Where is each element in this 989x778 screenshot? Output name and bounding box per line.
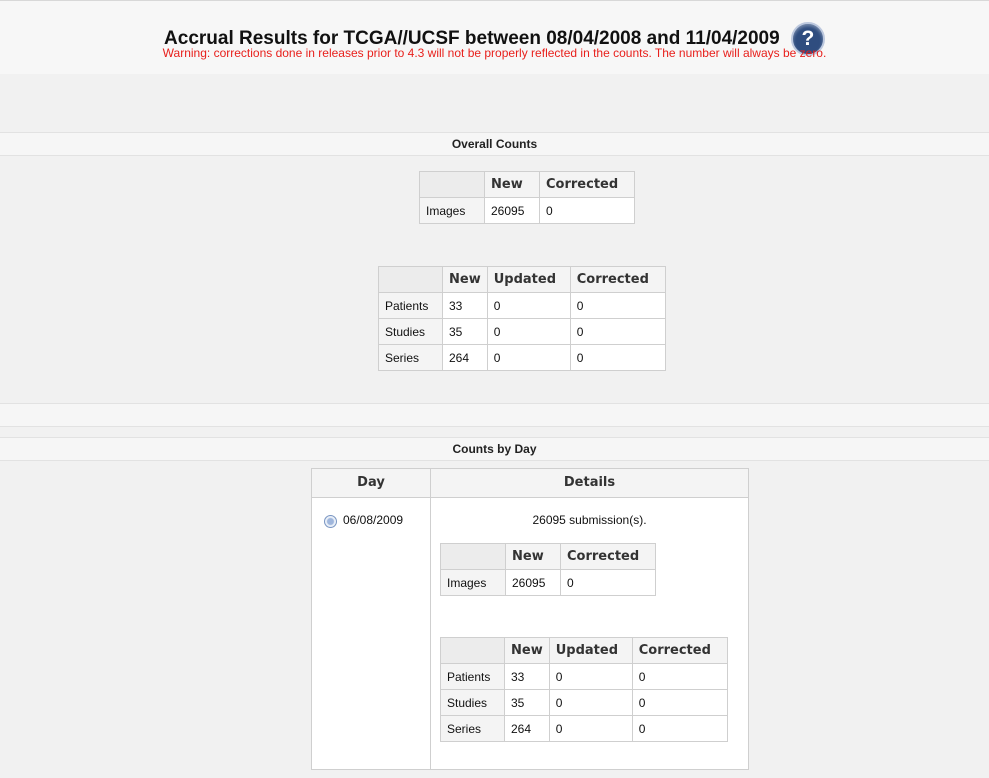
table-corner (419, 171, 485, 198)
column-header: New (484, 171, 540, 198)
section-divider (0, 403, 989, 427)
column-header: Updated (548, 637, 633, 664)
table-cell: 0 (631, 715, 728, 742)
row-label: Studies (378, 318, 443, 345)
table-cell: 0 (631, 689, 728, 716)
day-radio-button[interactable] (324, 515, 337, 528)
row-label: Patients (440, 663, 505, 690)
table-row: Patients 33 0 0 (440, 663, 728, 690)
table-cell: 0 (569, 344, 666, 371)
day-entities-table: New Updated Corrected Patients 33 0 0 St… (440, 637, 728, 742)
counts-by-day-table: Day Details 06/08/2009 26095 submission(… (311, 468, 749, 770)
table-cell: 35 (442, 318, 488, 345)
column-divider (430, 497, 431, 769)
row-label: Patients (378, 292, 443, 319)
table-row: Series 264 0 0 (440, 715, 728, 742)
row-label: Series (378, 344, 443, 371)
table-cell: 0 (486, 292, 571, 319)
table-cell: 0 (569, 318, 666, 345)
table-cell: 26095 (505, 569, 561, 596)
submissions-count: 26095 submission(s). (532, 513, 647, 527)
table-row: Series 264 0 0 (378, 344, 666, 371)
table-cell: 0 (486, 344, 571, 371)
column-header: Corrected (631, 637, 728, 664)
warning-message: Warning: corrections done in releases pr… (162, 46, 827, 60)
table-cell: 0 (631, 663, 728, 690)
column-header: Corrected (539, 171, 635, 198)
table-row: Studies 35 0 0 (378, 318, 666, 345)
column-header: Corrected (569, 266, 666, 293)
column-header: New (442, 266, 488, 293)
overall-counts-heading: Overall Counts (0, 132, 989, 156)
row-label: Studies (440, 689, 505, 716)
day-label[interactable]: 06/08/2009 (343, 513, 403, 527)
column-header: Corrected (560, 543, 656, 570)
overall-entities-table: New Updated Corrected Patients 33 0 0 St… (378, 266, 666, 371)
day-column-header: Day (312, 469, 431, 498)
table-row: Patients 33 0 0 (378, 292, 666, 319)
table-cell: 0 (548, 663, 633, 690)
table-cell: 0 (548, 715, 633, 742)
column-header: New (504, 637, 550, 664)
table-row: Images 26095 0 (440, 569, 656, 596)
table-cell: 26095 (484, 197, 540, 224)
table-cell: 264 (442, 344, 488, 371)
table-corner (440, 543, 506, 570)
row-label: Images (440, 569, 506, 596)
table-row: Images 26095 0 (419, 197, 635, 224)
column-header: Updated (486, 266, 571, 293)
day-images-table: New Corrected Images 26095 0 (440, 543, 656, 596)
table-cell: 0 (548, 689, 633, 716)
table-cell: 0 (486, 318, 571, 345)
table-cell: 264 (504, 715, 550, 742)
row-label: Series (440, 715, 505, 742)
details-column-header: Details (431, 469, 748, 498)
table-cell: 33 (442, 292, 488, 319)
table-row: Studies 35 0 0 (440, 689, 728, 716)
table-cell: 0 (539, 197, 635, 224)
row-label: Images (419, 197, 485, 224)
table-cell: 33 (504, 663, 550, 690)
table-corner (440, 637, 505, 664)
table-cell: 0 (569, 292, 666, 319)
table-cell: 0 (560, 569, 656, 596)
table-corner (378, 266, 443, 293)
counts-by-day-heading: Counts by Day (0, 437, 989, 461)
column-header: New (505, 543, 561, 570)
overall-images-table: New Corrected Images 26095 0 (419, 171, 635, 224)
table-cell: 35 (504, 689, 550, 716)
